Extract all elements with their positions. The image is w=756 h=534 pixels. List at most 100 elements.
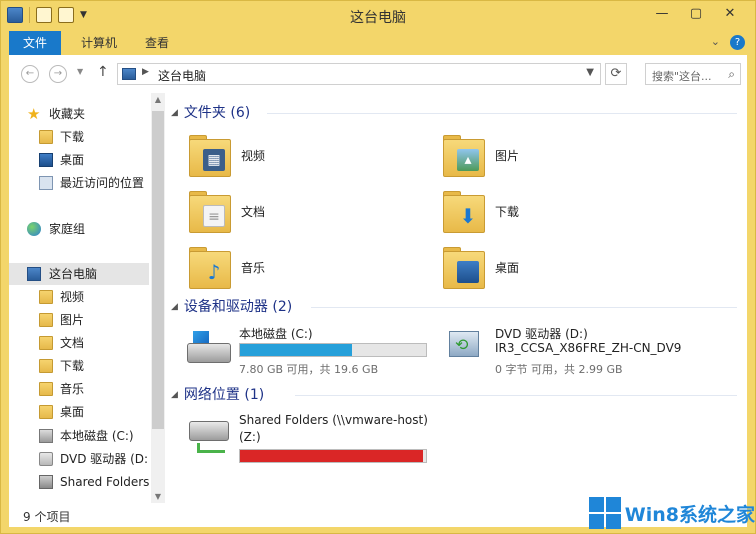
sidebar-item-homegroup[interactable]: 家庭组 [9,218,149,240]
help-icon[interactable]: ? [730,35,745,50]
documents-folder-icon: ≡ [189,189,231,233]
folder-pictures-icon [39,313,53,327]
folder-desktop-icon [39,405,53,419]
sidebar-item-downloads-pc[interactable]: 下载 [9,355,149,377]
dvd-drive-icon [39,452,53,466]
video-folder-icon: ▦ [189,133,231,177]
explorer-window: ▼ 这台电脑 — ▢ ✕ 文件 计算机 查看 ⌄ ? ← → ▼ ↑ ▶ 这台电… [0,0,756,534]
tab-computer[interactable]: 计算机 [67,31,131,55]
sidebar-item-documents[interactable]: 文档 [9,332,149,354]
recent-places-icon [39,176,53,190]
sidebar-item-pictures[interactable]: 图片 [9,309,149,331]
address-history-icon[interactable]: ▼ [586,67,594,78]
sidebar-scrollbar[interactable]: ▲ ▼ [151,93,165,503]
search-icon[interactable]: ⌕ [728,67,735,82]
scrollbar-thumb[interactable] [152,111,164,429]
music-folder-icon: ♪ [189,245,231,289]
file-list: ◢ 文件夹 (6) ▦ 视频 ▴ 图片 ≡ 文档 ⬇ 下载 ♪ 音乐 桌面 ◢ … [167,93,747,503]
forward-button[interactable]: → [49,65,67,83]
item-count: 9 个项目 [23,510,71,524]
desktop-folder-icon [443,245,485,289]
network-drive-icon [39,475,53,489]
downloads-folder-icon: ⬇ [443,189,485,233]
breadcrumb-separator-icon[interactable]: ▶ [142,67,149,77]
sidebar-item-shared-folders[interactable]: Shared Folders [9,471,149,493]
breadcrumb-current[interactable]: 这台电脑 [158,67,206,84]
local-disk-icon [39,429,53,443]
disk-usage-fill [240,344,352,356]
desktop-icon [39,153,53,167]
sidebar-item-desktop-pc[interactable]: 桌面 [9,401,149,423]
scroll-down-icon[interactable]: ▼ [151,492,165,501]
sidebar-item-downloads[interactable]: 下载 [9,126,149,148]
search-input[interactable]: 搜索"这台... [652,68,718,84]
minimize-button[interactable]: — [645,3,679,25]
windows-logo-icon [589,497,621,529]
back-button[interactable]: ← [21,65,39,83]
computer-icon [27,267,41,281]
group-header-devices[interactable]: ◢ 设备和驱动器 (2) [171,297,292,317]
refresh-button[interactable]: ⟳ [605,63,627,85]
folder-music-icon [39,382,53,396]
group-divider [311,307,737,308]
ribbon-tabs: 文件 计算机 查看 ⌄ ? [1,31,755,55]
folder-tile-videos[interactable]: ▦ 视频 [189,129,409,181]
collapse-chevron-icon[interactable]: ◢ [171,103,178,123]
scroll-up-icon[interactable]: ▲ [151,95,165,104]
network-usage-bar [239,449,427,463]
star-icon: ★ [27,105,41,123]
group-header-network[interactable]: ◢ 网络位置 (1) [171,385,264,405]
network-usage-fill [240,450,424,462]
disk-usage-bar [239,343,427,357]
navigation-bar: ← → ▼ ↑ ▶ 这台电脑 ▼ ⟳ 搜索"这台... ⌕ [9,55,747,93]
network-drive-icon [187,417,231,457]
tab-file[interactable]: 文件 [9,31,62,55]
folder-download-icon [39,130,53,144]
title-bar: ▼ 这台电脑 — ▢ ✕ [1,1,755,31]
sidebar-item-favorites[interactable]: ★ 收藏夹 [9,103,149,125]
sidebar-item-desktop[interactable]: 桌面 [9,149,149,171]
folder-video-icon [39,290,53,304]
ribbon-collapse-icon[interactable]: ⌄ [711,35,720,50]
tab-view[interactable]: 查看 [131,31,183,55]
homegroup-icon [27,222,41,236]
sidebar-item-music[interactable]: 音乐 [9,378,149,400]
folder-documents-icon [39,336,53,350]
address-bar[interactable]: ▶ 这台电脑 ▼ [117,63,601,85]
folder-tile-downloads[interactable]: ⬇ 下载 [443,185,663,237]
folder-tile-documents[interactable]: ≡ 文档 [189,185,409,237]
folder-tile-desktop[interactable]: 桌面 [443,241,663,293]
group-divider [267,113,737,114]
watermark-text: Win8系统之家 [624,503,755,526]
folder-tile-music[interactable]: ♪ 音乐 [189,241,409,293]
maximize-button[interactable]: ▢ [679,3,713,25]
computer-icon [122,68,136,80]
collapse-chevron-icon[interactable]: ◢ [171,297,178,317]
ribbon-right-controls: ⌄ ? [711,35,745,50]
search-box[interactable]: 搜索"这台... ⌕ [645,63,741,85]
drive-tile-local-disk[interactable]: 本地磁盘 (C:) 7.80 GB 可用，共 19.6 GB [187,325,437,377]
navigation-pane: ★ 收藏夹 下载 桌面 最近访问的位置 家庭组 这台电脑 视频 图片 文档 下载… [9,93,149,503]
folder-tile-pictures[interactable]: ▴ 图片 [443,129,663,181]
content-area: ★ 收藏夹 下载 桌面 最近访问的位置 家庭组 这台电脑 视频 图片 文档 下载… [9,93,747,503]
watermark: Win8系统之家 [589,495,755,531]
close-button[interactable]: ✕ [713,3,747,25]
recent-locations-icon[interactable]: ▼ [77,67,83,76]
drive-tile-dvd[interactable]: ⟲ DVD 驱动器 (D:) IR3_CCSA_X86FRE_ZH-CN_DV9… [443,325,733,377]
collapse-chevron-icon[interactable]: ◢ [171,385,178,405]
folder-download-icon [39,359,53,373]
window-title: 这台电脑 [350,10,406,26]
network-tile-shared-folders[interactable]: Shared Folders (\\vmware-host) (Z:) [187,413,457,465]
dvd-drive-icon: ⟲ [443,331,483,365]
group-header-folders[interactable]: ◢ 文件夹 (6) [171,103,250,123]
sidebar-item-local-disk[interactable]: 本地磁盘 (C:) [9,425,149,447]
pictures-folder-icon: ▴ [443,133,485,177]
sidebar-item-this-pc[interactable]: 这台电脑 [9,263,149,285]
sidebar-item-dvd-drive[interactable]: DVD 驱动器 (D:) [9,448,149,470]
sidebar-item-videos[interactable]: 视频 [9,286,149,308]
local-disk-icon [187,331,231,365]
sidebar-item-recent-places[interactable]: 最近访问的位置 [9,172,149,194]
up-button[interactable]: ↑ [97,64,109,80]
window-controls: — ▢ ✕ [645,3,747,25]
group-divider [295,395,737,396]
